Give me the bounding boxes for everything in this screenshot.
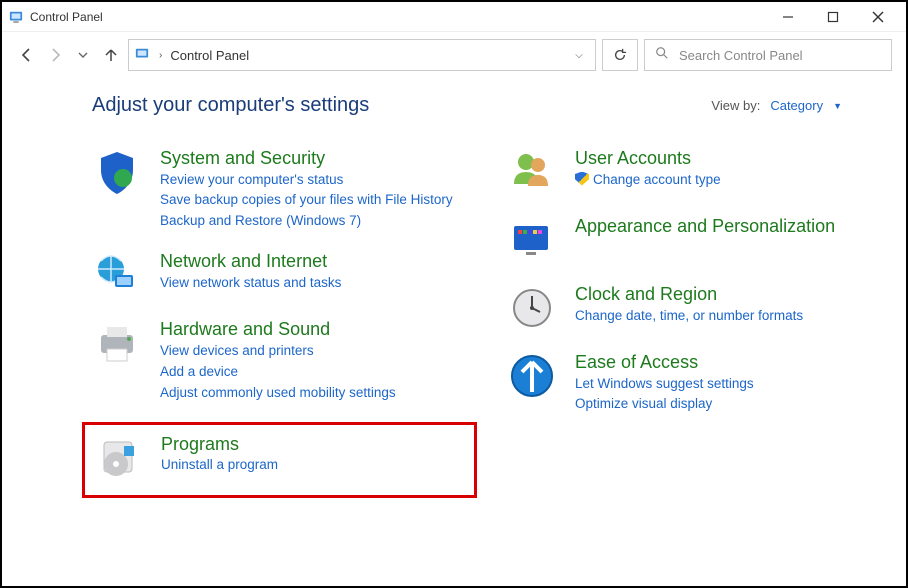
category-link[interactable]: Change date, time, or number formats — [575, 306, 882, 327]
search-icon — [655, 46, 669, 65]
globe-network-icon — [92, 250, 142, 300]
category-title[interactable]: Hardware and Sound — [160, 319, 330, 339]
navigation-bar: › Control Panel ⌵ — [2, 32, 906, 78]
address-dropdown-button[interactable]: ⌵ — [569, 50, 589, 61]
printer-icon — [92, 318, 142, 368]
view-by-mode: Category — [770, 98, 823, 113]
caret-down-icon: ▼ — [833, 101, 842, 111]
chevron-right-icon: › — [159, 50, 162, 61]
category-title[interactable]: Programs — [161, 434, 239, 454]
up-button[interactable] — [100, 44, 122, 66]
category-title[interactable]: Network and Internet — [160, 251, 327, 271]
category-ease-of-access: Ease of Access Let Windows suggest setti… — [507, 351, 882, 415]
category-title[interactable]: Clock and Region — [575, 284, 717, 304]
category-programs: Programs Uninstall a program — [93, 433, 466, 483]
category-title[interactable]: User Accounts — [575, 148, 691, 168]
clock-icon — [507, 283, 557, 333]
category-clock-region: Clock and Region Change date, time, or n… — [507, 283, 882, 333]
category-link[interactable]: Review your computer's status — [160, 170, 467, 191]
category-link[interactable]: Adjust commonly used mobility settings — [160, 383, 467, 404]
right-column: User Accounts Change account type Appear… — [507, 147, 882, 498]
close-button[interactable] — [855, 3, 900, 31]
category-link[interactable]: Uninstall a program — [161, 455, 466, 476]
control-panel-icon — [135, 47, 151, 63]
category-network-internet: Network and Internet View network status… — [92, 250, 467, 300]
forward-button[interactable] — [44, 44, 66, 66]
minimize-button[interactable] — [765, 3, 810, 31]
programs-disc-icon — [93, 433, 143, 483]
category-hardware-sound: Hardware and Sound View devices and prin… — [92, 318, 467, 403]
category-user-accounts: User Accounts Change account type — [507, 147, 882, 197]
category-link[interactable]: Add a device — [160, 362, 467, 383]
window-title: Control Panel — [30, 10, 765, 24]
maximize-button[interactable] — [810, 3, 855, 31]
user-accounts-icon — [507, 147, 557, 197]
address-path: Control Panel — [170, 48, 561, 63]
category-link[interactable]: View devices and printers — [160, 341, 467, 362]
left-column: System and Security Review your computer… — [92, 147, 467, 498]
category-title[interactable]: Appearance and Personalization — [575, 216, 835, 236]
titlebar: Control Panel — [2, 2, 906, 32]
category-link[interactable]: Let Windows suggest settings — [575, 374, 882, 395]
category-link[interactable]: Backup and Restore (Windows 7) — [160, 211, 467, 232]
refresh-button[interactable] — [602, 39, 638, 71]
search-box[interactable] — [644, 39, 892, 71]
ease-of-access-icon — [507, 351, 557, 401]
address-bar[interactable]: › Control Panel ⌵ — [128, 39, 596, 71]
view-by-label: View by: — [711, 98, 760, 113]
search-input[interactable] — [679, 48, 881, 63]
shield-icon — [92, 147, 142, 197]
category-title[interactable]: Ease of Access — [575, 352, 698, 372]
category-appearance-personalization: Appearance and Personalization — [507, 215, 882, 265]
category-system-security: System and Security Review your computer… — [92, 147, 467, 232]
control-panel-system-icon — [8, 9, 24, 25]
category-link[interactable]: Optimize visual display — [575, 394, 882, 415]
highlighted-region: Programs Uninstall a program — [82, 422, 477, 498]
recent-dropdown-button[interactable] — [72, 44, 94, 66]
monitor-colors-icon — [507, 215, 557, 265]
category-link[interactable]: Save backup copies of your files with Fi… — [160, 190, 467, 211]
view-by-control[interactable]: View by: Category ▼ — [711, 98, 842, 113]
content-area: Adjust your computer's settings View by:… — [2, 78, 906, 514]
back-button[interactable] — [16, 44, 38, 66]
page-heading: Adjust your computer's settings — [92, 94, 369, 117]
category-title[interactable]: System and Security — [160, 148, 325, 168]
category-link[interactable]: View network status and tasks — [160, 273, 467, 294]
category-link[interactable]: Change account type — [575, 170, 882, 191]
